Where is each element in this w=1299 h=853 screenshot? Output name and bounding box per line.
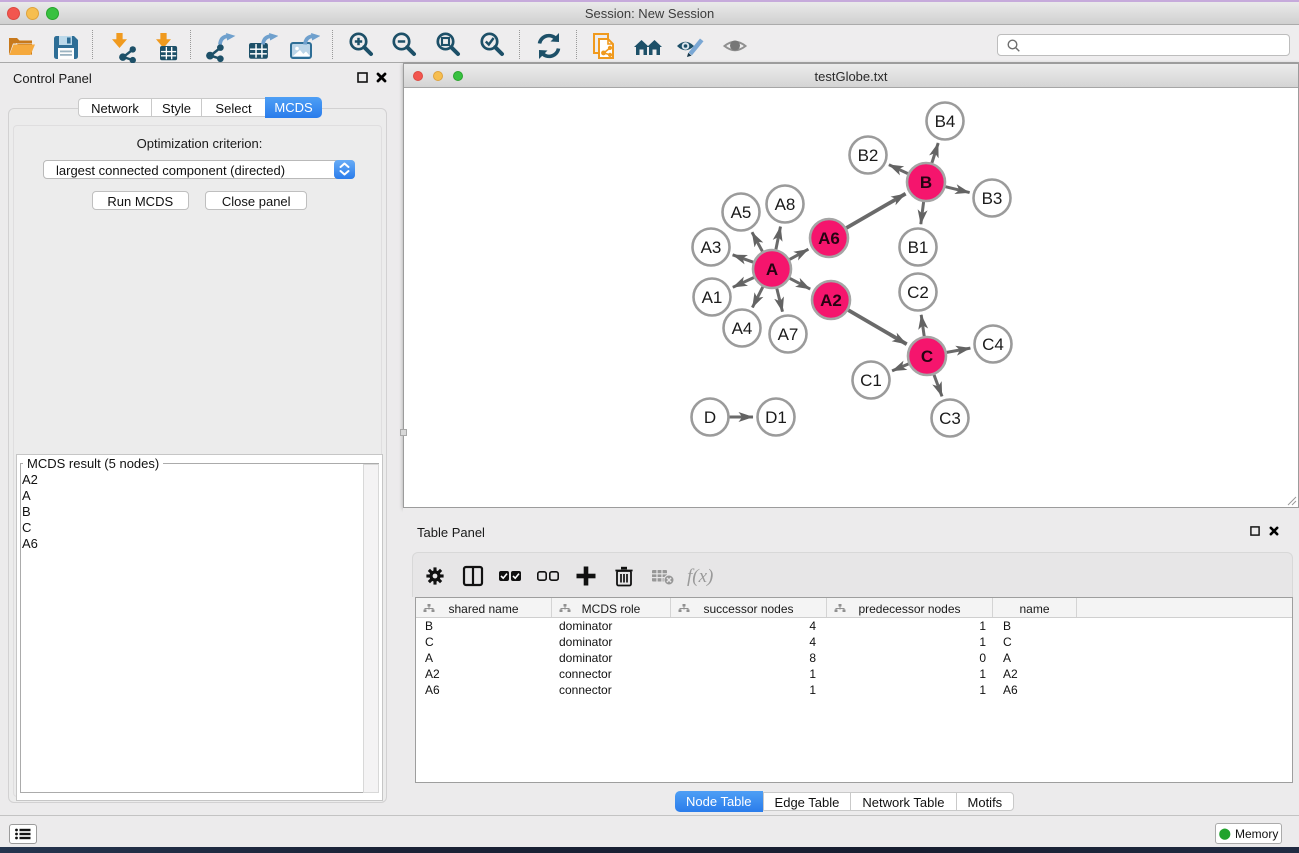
svg-text:D1: D1	[765, 408, 787, 427]
svg-text:A7: A7	[778, 325, 799, 344]
svg-text:f(x): f(x)	[687, 566, 713, 587]
svg-text:C2: C2	[907, 283, 929, 302]
svg-text:A5: A5	[731, 203, 752, 222]
svg-text:A8: A8	[775, 195, 796, 214]
svg-text:C3: C3	[939, 409, 961, 428]
svg-text:A1: A1	[702, 288, 723, 307]
svg-text:A2: A2	[820, 291, 842, 310]
svg-text:B4: B4	[935, 112, 956, 131]
svg-text:B2: B2	[858, 146, 879, 165]
svg-text:A6: A6	[818, 229, 840, 248]
svg-text:B3: B3	[982, 189, 1003, 208]
svg-text:C: C	[921, 347, 933, 366]
svg-text:C1: C1	[860, 371, 882, 390]
svg-text:B1: B1	[908, 238, 929, 257]
svg-text:A4: A4	[732, 319, 753, 338]
svg-text:B: B	[920, 173, 932, 192]
svg-text:D: D	[704, 408, 716, 427]
svg-text:A3: A3	[701, 238, 722, 257]
svg-text:C4: C4	[982, 335, 1004, 354]
svg-text:A: A	[766, 260, 778, 279]
